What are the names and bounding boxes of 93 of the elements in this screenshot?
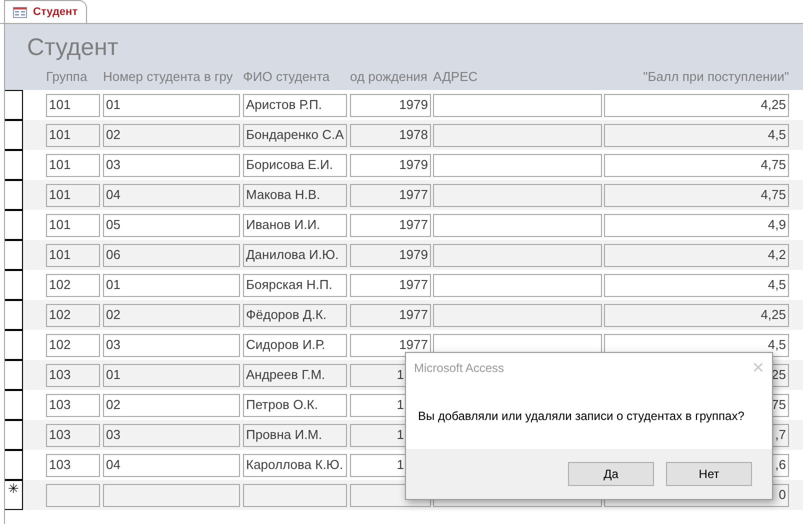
- birth-year-field[interactable]: 1978: [350, 124, 431, 146]
- address-field[interactable]: [433, 214, 602, 236]
- student-name-field[interactable]: Андреев Г.М.: [243, 364, 347, 386]
- birth-year-field[interactable]: 1979: [350, 94, 431, 116]
- group-field[interactable]: 102: [46, 334, 100, 356]
- group-field[interactable]: 101: [46, 214, 100, 236]
- score-field[interactable]: 4,75: [604, 154, 789, 176]
- address-field[interactable]: [433, 154, 602, 176]
- column-label: од рождения: [350, 68, 428, 86]
- group-field[interactable]: 103: [46, 394, 100, 416]
- record-selector[interactable]: [5, 90, 23, 120]
- score-field[interactable]: 4,25: [604, 94, 789, 116]
- student-name-field[interactable]: Фёдоров Д.К.: [243, 304, 347, 326]
- student-name-field[interactable]: Боярская Н.П.: [243, 274, 347, 296]
- group-field[interactable]: [46, 484, 100, 506]
- tab-label: Студент: [33, 4, 78, 20]
- group-field[interactable]: 103: [46, 364, 100, 386]
- column-label: Номер студента в гру: [103, 68, 233, 86]
- score-field[interactable]: 4,25: [604, 304, 789, 326]
- student-number-field[interactable]: 01: [103, 94, 240, 116]
- score-field[interactable]: 4,5: [604, 274, 789, 296]
- group-field[interactable]: 101: [46, 94, 100, 116]
- record-selector[interactable]: [5, 270, 23, 300]
- student-name-field[interactable]: Сидоров И.Р.: [243, 334, 347, 356]
- student-number-field[interactable]: [103, 484, 240, 506]
- group-field[interactable]: 102: [46, 274, 100, 296]
- form-tab[interactable]: Студент: [4, 0, 87, 23]
- student-number-field[interactable]: 02: [103, 394, 240, 416]
- record-selector[interactable]: [5, 390, 23, 420]
- birth-year-field[interactable]: 1977: [350, 304, 431, 326]
- record-selector[interactable]: [5, 240, 23, 270]
- column-label: АДРЕС: [433, 68, 478, 86]
- student-number-field[interactable]: 04: [103, 454, 240, 476]
- student-number-field[interactable]: 02: [103, 304, 240, 326]
- student-number-field[interactable]: 06: [103, 244, 240, 266]
- record-selector[interactable]: [5, 450, 23, 480]
- record-selector[interactable]: [5, 360, 23, 390]
- score-field[interactable]: 4,75: [604, 184, 789, 206]
- student-name-field[interactable]: Петров О.К.: [243, 394, 347, 416]
- group-field[interactable]: 101: [46, 124, 100, 146]
- birth-year-field[interactable]: 1979: [350, 244, 431, 266]
- record-selector[interactable]: [5, 300, 23, 330]
- record-selector[interactable]: [5, 420, 23, 450]
- student-name-field[interactable]: Макова Н.В.: [243, 184, 347, 206]
- group-field[interactable]: 102: [46, 304, 100, 326]
- address-field[interactable]: [433, 304, 602, 326]
- address-field[interactable]: [433, 184, 602, 206]
- student-name-field[interactable]: Бондаренко С.А: [243, 124, 347, 146]
- student-number-field[interactable]: 03: [103, 154, 240, 176]
- score-field[interactable]: 4,5: [604, 124, 789, 146]
- student-number-field[interactable]: 01: [103, 364, 240, 386]
- group-field[interactable]: 101: [46, 184, 100, 206]
- student-name-field[interactable]: [243, 484, 347, 506]
- birth-year-field[interactable]: 1979: [350, 154, 431, 176]
- birth-year-field[interactable]: 1977: [350, 334, 431, 356]
- score-field[interactable]: 4,9: [604, 214, 789, 236]
- record-selector[interactable]: [5, 330, 23, 360]
- group-field[interactable]: 101: [46, 244, 100, 266]
- score-field[interactable]: 4,2: [604, 244, 789, 266]
- group-field[interactable]: 103: [46, 424, 100, 446]
- student-name-field[interactable]: Кароллова К.Ю.: [243, 454, 347, 476]
- column-label: ФИО студента: [243, 68, 330, 86]
- student-number-field[interactable]: 05: [103, 214, 240, 236]
- group-field[interactable]: 101: [46, 154, 100, 176]
- address-field[interactable]: [433, 94, 602, 116]
- form-icon: [13, 6, 27, 18]
- address-field[interactable]: [433, 274, 602, 296]
- record-selector[interactable]: [5, 150, 23, 180]
- record-selector[interactable]: [5, 210, 23, 240]
- student-number-field[interactable]: 04: [103, 184, 240, 206]
- birth-year-field[interactable]: 1977: [350, 214, 431, 236]
- form-title: Студент: [27, 33, 120, 63]
- student-number-field[interactable]: 02: [103, 124, 240, 146]
- column-label: Группа: [46, 68, 88, 86]
- student-number-field[interactable]: 03: [103, 334, 240, 356]
- birth-year-field[interactable]: 1977: [350, 274, 431, 296]
- student-number-field[interactable]: 01: [103, 274, 240, 296]
- group-field[interactable]: 103: [46, 454, 100, 476]
- student-name-field[interactable]: Провна И.М.: [243, 424, 347, 446]
- dialog-button[interactable]: Да: [568, 462, 654, 486]
- student-number-field[interactable]: 03: [103, 424, 240, 446]
- address-field[interactable]: [433, 124, 602, 146]
- address-field[interactable]: [433, 244, 602, 266]
- birth-year-field[interactable]: 1977: [350, 184, 431, 206]
- record-selector[interactable]: ✳: [5, 480, 23, 510]
- record-selector[interactable]: [5, 180, 23, 210]
- student-name-field[interactable]: Борисова Е.И.: [243, 154, 347, 176]
- column-label: "Балл при поступлении": [643, 68, 789, 86]
- record-selector[interactable]: [5, 120, 23, 150]
- student-name-field[interactable]: Данилова И.Ю.: [243, 244, 347, 266]
- dialog-button[interactable]: Нет: [666, 462, 752, 486]
- student-name-field[interactable]: Иванов И.И.: [243, 214, 347, 236]
- student-name-field[interactable]: Аристов Р.П.: [243, 94, 347, 116]
